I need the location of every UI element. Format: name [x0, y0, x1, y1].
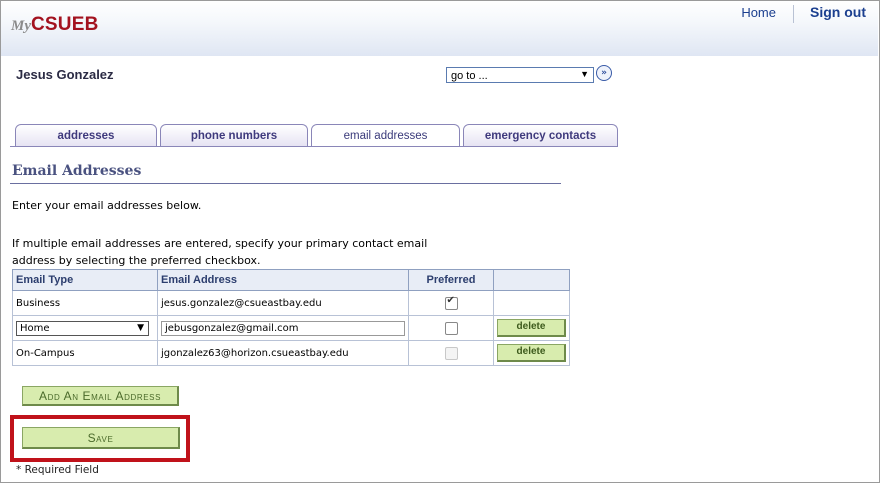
sign-out-link[interactable]: Sign out [810, 4, 866, 20]
action-cell [493, 290, 570, 316]
user-name: Jesus Gonzalez [16, 67, 114, 82]
tab-phone-numbers[interactable]: phone numbers [160, 124, 308, 146]
action-cell: delete [493, 315, 570, 341]
tab-email-addresses[interactable]: email addresses [311, 124, 460, 147]
email-type-cell: Business [12, 290, 158, 316]
preferred-checkbox [444, 346, 458, 360]
goto-select[interactable]: go to ... ▼ [446, 67, 594, 83]
link-divider [793, 5, 794, 23]
logo-prefix: My [11, 18, 31, 34]
logo-brand: CSUEB [31, 14, 99, 35]
dropdown-arrow-icon: ▼ [137, 322, 144, 333]
double-chevron-right-icon[interactable]: » [596, 65, 612, 81]
delete-button[interactable]: delete [497, 319, 566, 337]
email-address-cell: jebusgonzalez@gmail.com [157, 315, 409, 341]
preferred-checkbox[interactable] [444, 295, 458, 310]
preferred-checkbox[interactable] [444, 321, 458, 335]
table-row: Home ▼ jebusgonzalez@gmail.com delete [12, 315, 570, 341]
add-email-button[interactable]: Add An Email Address [22, 386, 179, 406]
required-field-note: * Required Field [16, 464, 99, 476]
table-row: Business jesus.gonzalez@csueastbay.edu [12, 290, 570, 316]
email-type-select-value: Home [20, 322, 50, 334]
email-type-cell: Home ▼ [12, 315, 158, 341]
email-address-cell: jgonzalez63@horizon.csueastbay.edu [157, 340, 409, 366]
action-cell: delete [493, 340, 570, 366]
section-divider [10, 183, 561, 184]
tab-emergency-contacts[interactable]: emergency contacts [463, 124, 618, 146]
header-preferred: Preferred [408, 269, 494, 291]
home-link[interactable]: Home [741, 5, 776, 20]
table-row: On-Campus jgonzalez63@horizon.csueastbay… [12, 340, 570, 366]
header-email-type: Email Type [12, 269, 158, 291]
preferred-instruction-text: If multiple email addresses are entered,… [12, 237, 428, 267]
tab-addresses[interactable]: addresses [15, 124, 157, 146]
email-table: Email Type Email Address Preferred Busin… [12, 269, 570, 366]
header-bar: MyCSUEB Home Sign out [1, 1, 878, 56]
header-actions [493, 269, 570, 291]
tab-underline [10, 146, 618, 147]
email-address-cell: jesus.gonzalez@csueastbay.edu [157, 290, 409, 316]
email-type-cell: On-Campus [12, 340, 158, 366]
table-header-row: Email Type Email Address Preferred [12, 269, 570, 291]
email-type-select[interactable]: Home ▼ [16, 320, 149, 336]
header-email-address: Email Address [157, 269, 409, 291]
preferred-cell [408, 290, 494, 316]
goto-select-value: go to ... [451, 70, 488, 82]
logo[interactable]: MyCSUEB [11, 14, 99, 36]
preferred-cell [408, 315, 494, 341]
instruction-text: Enter your email addresses below. [12, 199, 202, 212]
save-button[interactable]: Save [22, 427, 180, 449]
email-address-input[interactable]: jebusgonzalez@gmail.com [161, 320, 405, 336]
section-title: Email Addresses [12, 163, 142, 179]
delete-button[interactable]: delete [497, 344, 566, 362]
preferred-cell [408, 340, 494, 366]
dropdown-arrow-icon: ▼ [580, 69, 589, 79]
